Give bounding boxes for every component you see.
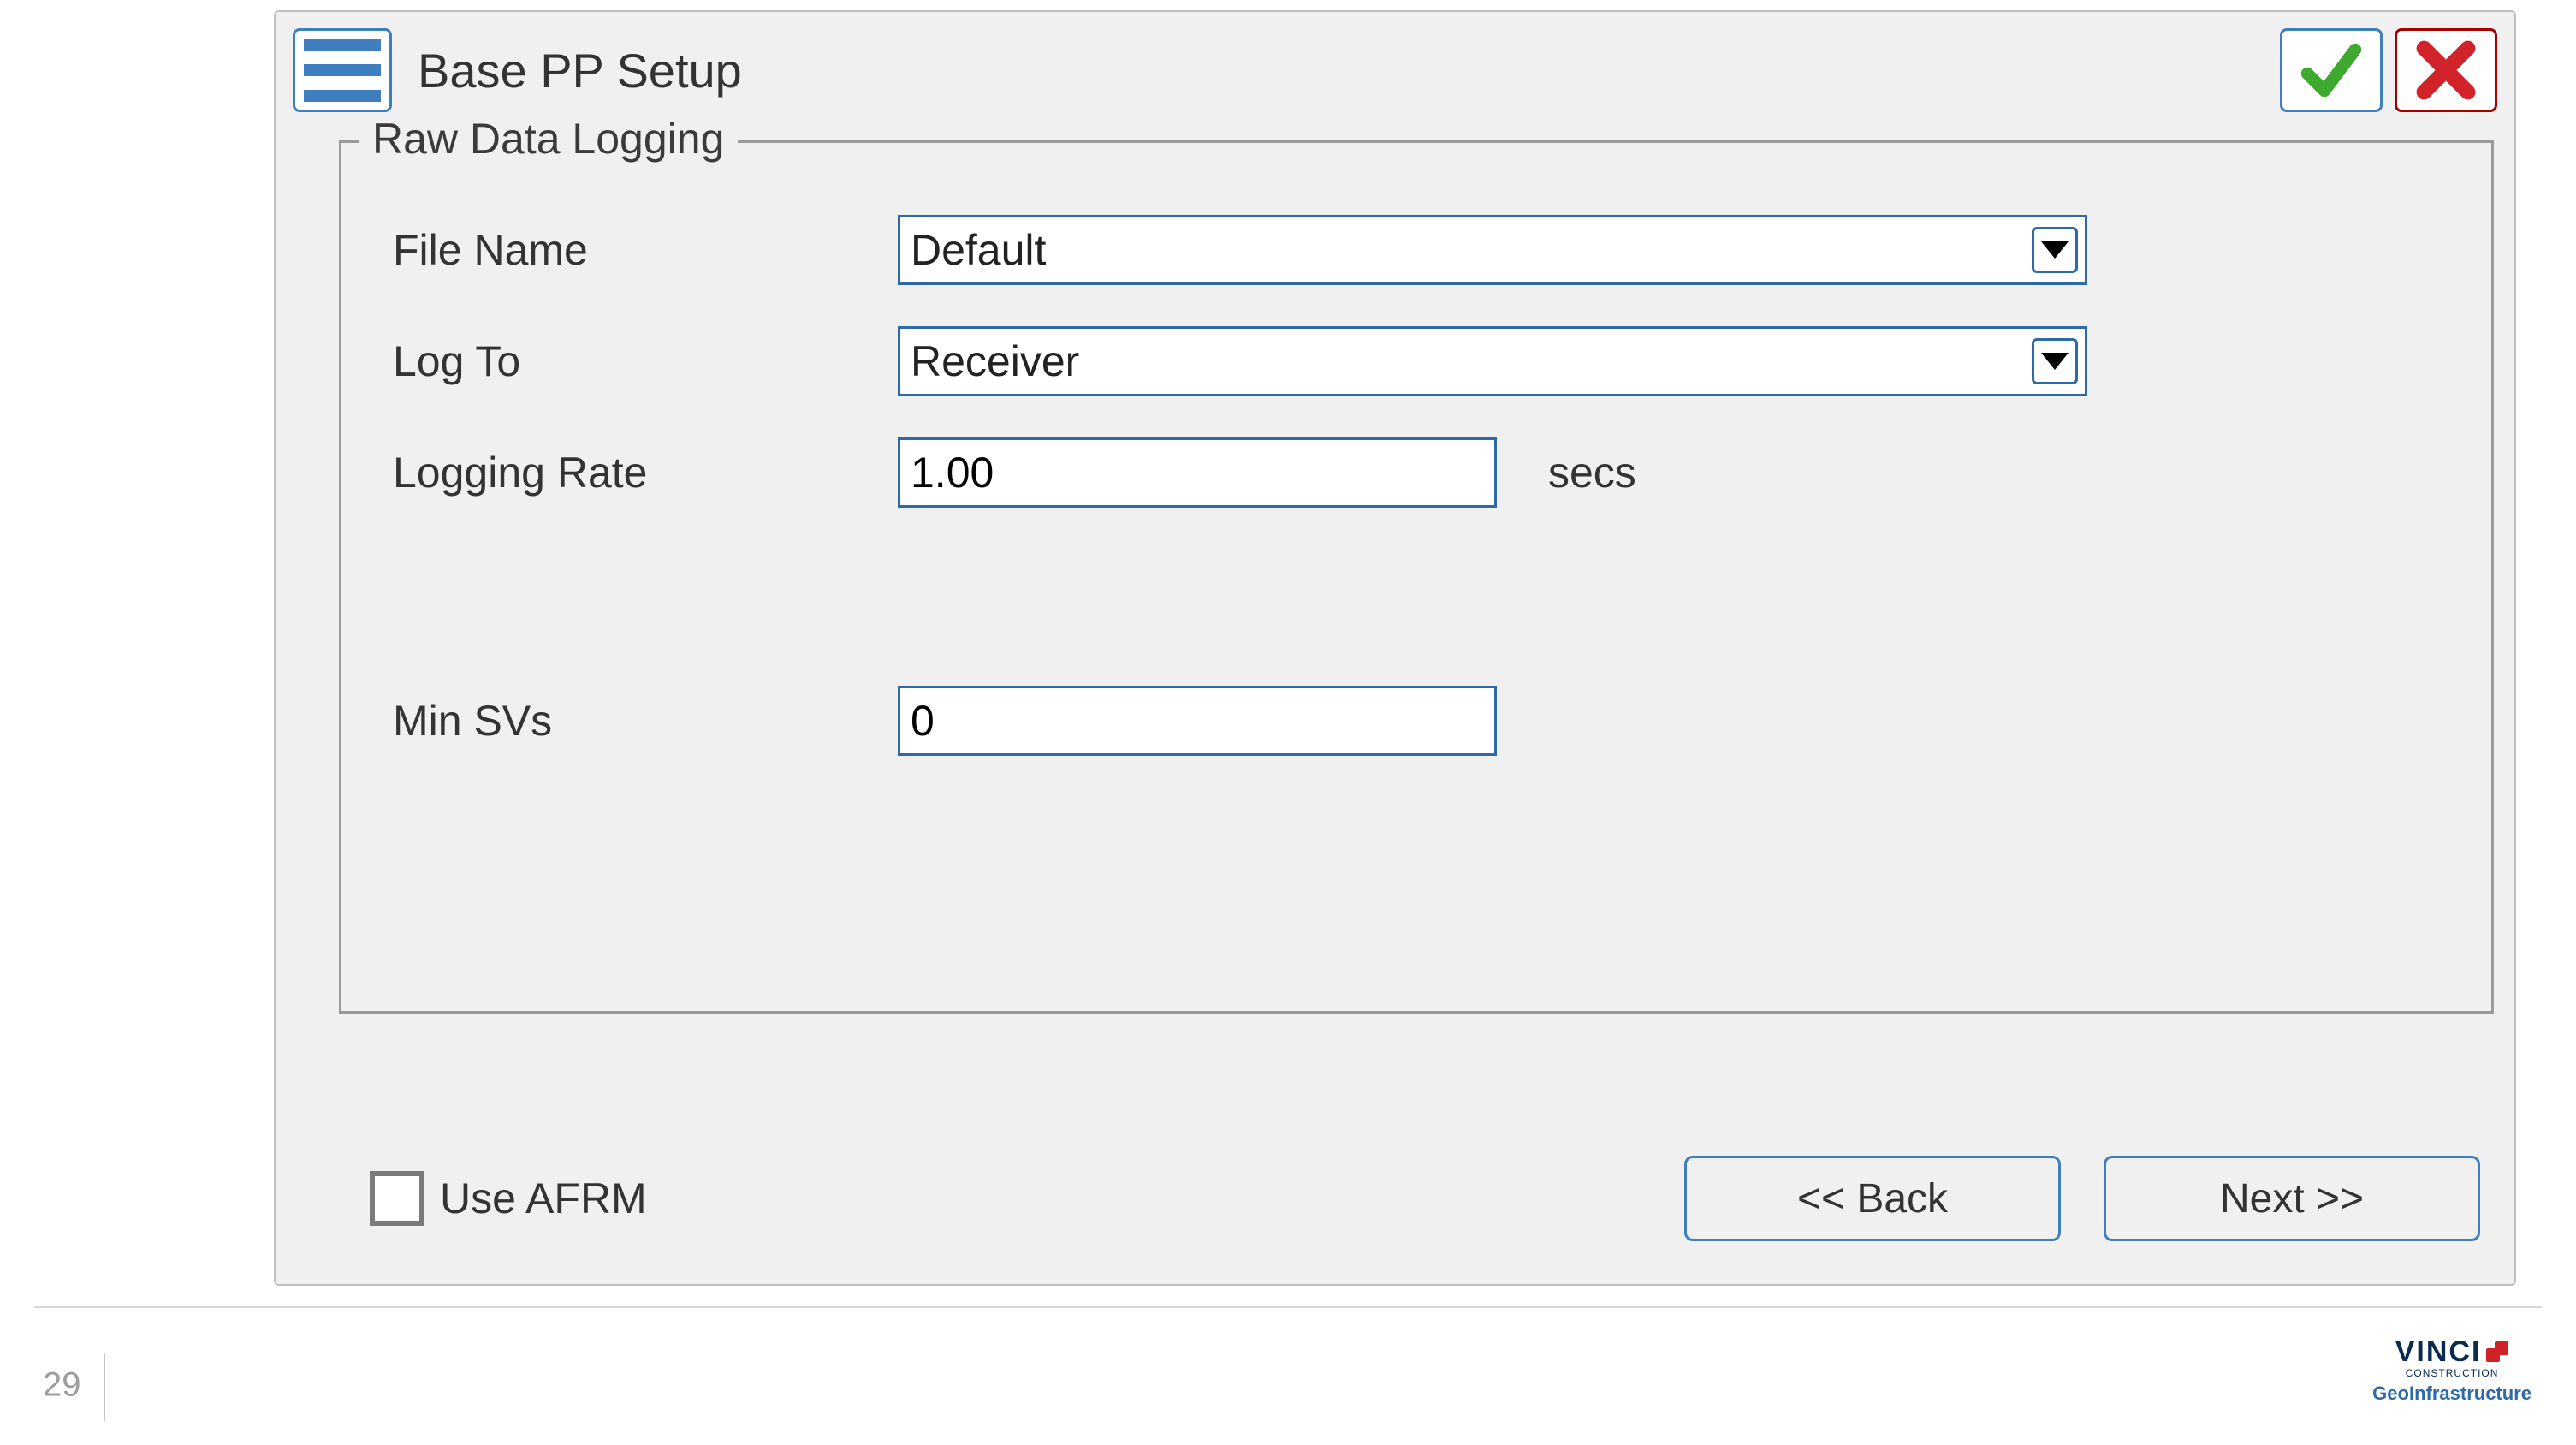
logging-rate-label: Logging Rate bbox=[393, 448, 898, 497]
menu-button[interactable] bbox=[293, 28, 392, 112]
close-icon bbox=[2412, 36, 2480, 104]
next-button[interactable]: Next >> bbox=[2104, 1156, 2480, 1241]
back-button[interactable]: << Back bbox=[1684, 1156, 2061, 1241]
logging-rate-units: secs bbox=[1548, 448, 1636, 497]
dialog-base-pp-setup: Base PP Setup Raw Data Logging bbox=[274, 10, 2516, 1286]
use-afrm-label: Use AFRM bbox=[440, 1174, 647, 1223]
log-to-value: Receiver bbox=[911, 336, 1079, 386]
group-legend: Raw Data Logging bbox=[359, 114, 738, 164]
file-name-label: File Name bbox=[393, 225, 898, 275]
brand-sub2: GeoInfrastructure bbox=[2372, 1383, 2531, 1405]
brand-word: VINCI bbox=[2395, 1335, 2482, 1369]
log-to-label: Log To bbox=[393, 336, 898, 386]
page-title: Base PP Setup bbox=[418, 43, 742, 98]
vinci-logo: VINCI CONSTRUCTION GeoInfrastructure bbox=[2372, 1335, 2531, 1405]
chevron-down-icon bbox=[2032, 338, 2078, 384]
hamburger-icon bbox=[304, 39, 381, 51]
raw-data-logging-group: Raw Data Logging File Name Default Log T… bbox=[339, 140, 2494, 1014]
checkmark-icon bbox=[2297, 36, 2365, 104]
divider bbox=[34, 1306, 2542, 1308]
footer-row: Use AFRM << Back Next >> bbox=[370, 1156, 2480, 1241]
file-name-value: Default bbox=[911, 225, 1046, 275]
cancel-button[interactable] bbox=[2395, 28, 2497, 112]
chevron-down-icon bbox=[2032, 227, 2078, 273]
min-svs-input[interactable] bbox=[898, 686, 1497, 756]
brand-mark-icon bbox=[2486, 1341, 2508, 1364]
min-svs-label: Min SVs bbox=[393, 696, 898, 746]
page-number: 29 bbox=[43, 1353, 105, 1421]
log-to-combo[interactable]: Receiver bbox=[898, 326, 2087, 396]
checkbox-icon bbox=[370, 1171, 424, 1226]
confirm-button[interactable] bbox=[2280, 28, 2383, 112]
file-name-combo[interactable]: Default bbox=[898, 215, 2087, 285]
titlebar: Base PP Setup bbox=[288, 19, 2502, 122]
brand-sub1: CONSTRUCTION bbox=[2372, 1367, 2531, 1379]
use-afrm-checkbox[interactable]: Use AFRM bbox=[370, 1171, 647, 1226]
logging-rate-input[interactable] bbox=[898, 437, 1497, 508]
